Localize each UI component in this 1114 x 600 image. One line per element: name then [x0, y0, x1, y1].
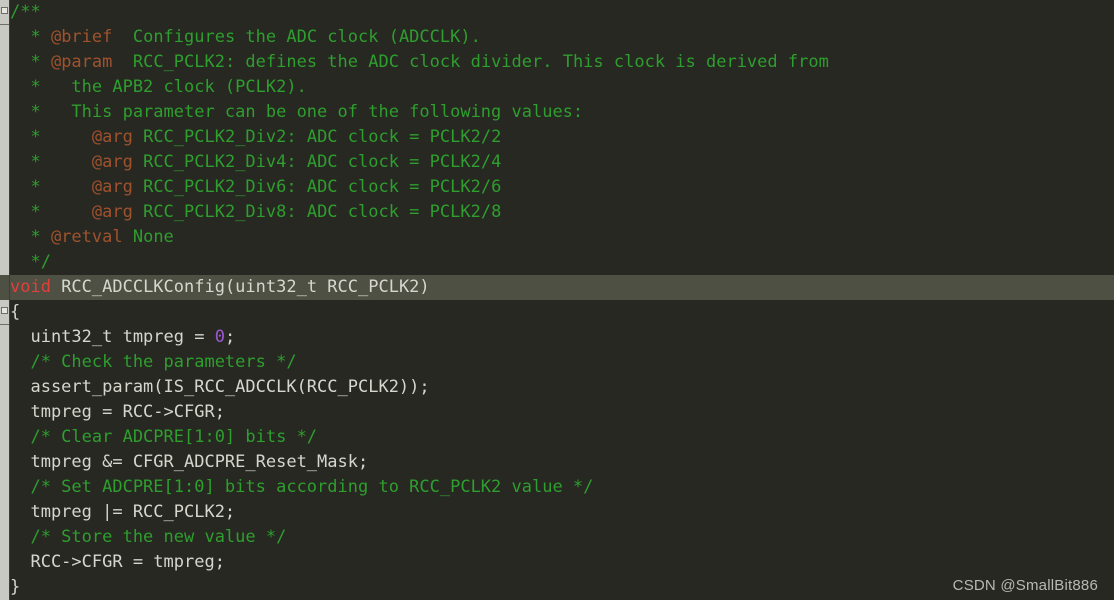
token-identifier: assert_param(IS_RCC_ADCCLK(RCC_PCLK2)); — [10, 377, 430, 397]
token-comment: /** — [10, 2, 41, 22]
token-identifier: tmpreg = RCC->CFGR; — [10, 402, 225, 422]
token-comment: * This parameter can be one of the follo… — [10, 102, 584, 122]
token-identifier: { — [10, 302, 21, 322]
token-comment: * — [10, 52, 51, 72]
code-line[interactable]: assert_param(IS_RCC_ADCCLK(RCC_PCLK2)); — [0, 375, 1114, 400]
token-doc-tag: @arg — [91, 152, 133, 172]
token-comment: RCC_PCLK2_Div2: ADC clock = PCLK2/2 — [132, 127, 502, 147]
token-comment: Configures the ADC clock (ADCCLK). — [112, 27, 481, 47]
code-line[interactable]: * @arg RCC_PCLK2_Div4: ADC clock = PCLK2… — [0, 150, 1114, 175]
fold-marker[interactable] — [1, 307, 8, 314]
token-identifier: } — [10, 577, 21, 597]
gutter-divider — [9, 0, 10, 600]
token-comment: * — [10, 27, 51, 47]
token-comment: * — [10, 152, 92, 172]
token-comment: * — [10, 227, 51, 247]
code-line[interactable]: /* Check the parameters */ — [0, 350, 1114, 375]
code-line[interactable]: * @arg RCC_PCLK2_Div2: ADC clock = PCLK2… — [0, 125, 1114, 150]
token-comment: RCC_PCLK2_Div6: ADC clock = PCLK2/6 — [132, 177, 502, 197]
code-line[interactable]: tmpreg &= CFGR_ADCPRE_Reset_Mask; — [0, 450, 1114, 475]
token-comment: /* Store the new value */ — [10, 527, 287, 547]
code-line[interactable]: tmpreg |= RCC_PCLK2; — [0, 500, 1114, 525]
token-identifier: uint32_t tmpreg = — [10, 327, 215, 347]
token-comment: * — [10, 177, 92, 197]
code-line[interactable]: * This parameter can be one of the follo… — [0, 100, 1114, 125]
token-identifier: tmpreg |= RCC_PCLK2; — [10, 502, 236, 522]
fold-marker[interactable] — [1, 7, 8, 14]
code-line[interactable]: */ — [0, 250, 1114, 275]
token-comment: RCC_PCLK2_Div8: ADC clock = PCLK2/8 — [132, 202, 502, 222]
code-line[interactable]: * @arg RCC_PCLK2_Div8: ADC clock = PCLK2… — [0, 200, 1114, 225]
code-line[interactable]: * the APB2 clock (PCLK2). — [0, 75, 1114, 100]
code-line[interactable]: * @param RCC_PCLK2: defines the ADC cloc… — [0, 50, 1114, 75]
code-line[interactable]: /* Store the new value */ — [0, 525, 1114, 550]
token-comment: * the APB2 clock (PCLK2). — [10, 77, 307, 97]
token-doc-tag: @arg — [91, 127, 133, 147]
code-line[interactable]: { — [0, 300, 1114, 325]
watermark: CSDN @SmallBit886 — [952, 577, 1098, 594]
fold-range-tick — [0, 324, 9, 325]
code-line[interactable]: } — [0, 575, 1114, 600]
token-comment: /* Clear ADCPRE[1:0] bits */ — [10, 427, 318, 447]
token-comment: * — [10, 127, 92, 147]
fold-gutter[interactable] — [0, 0, 9, 600]
code-line[interactable]: void RCC_ADCCLKConfig(uint32_t RCC_PCLK2… — [0, 275, 1114, 300]
token-comment: RCC_PCLK2_Div4: ADC clock = PCLK2/4 — [132, 152, 502, 172]
code-line[interactable]: uint32_t tmpreg = 0; — [0, 325, 1114, 350]
token-identifier: tmpreg &= CFGR_ADCPRE_Reset_Mask; — [10, 452, 369, 472]
token-comment: RCC_PCLK2: defines the ADC clock divider… — [112, 52, 829, 72]
token-keyword: void — [10, 277, 51, 297]
code-line[interactable]: tmpreg = RCC->CFGR; — [0, 400, 1114, 425]
token-number: 0 — [214, 327, 225, 347]
token-doc-tag: @arg — [91, 202, 133, 222]
gutter-current-line — [0, 275, 9, 300]
code-line[interactable]: * @brief Configures the ADC clock (ADCCL… — [0, 25, 1114, 50]
token-comment: None — [122, 227, 174, 247]
code-line[interactable]: /* Clear ADCPRE[1:0] bits */ — [0, 425, 1114, 450]
token-comment: /* Set ADCPRE[1:0] bits according to RCC… — [10, 477, 594, 497]
code-line[interactable]: /* Set ADCPRE[1:0] bits according to RCC… — [0, 475, 1114, 500]
token-identifier: RCC->CFGR = tmpreg; — [10, 552, 225, 572]
code-line[interactable]: RCC->CFGR = tmpreg; — [0, 550, 1114, 575]
fold-range-tick — [0, 24, 9, 25]
token-identifier: RCC_ADCCLKConfig(uint32_t RCC_PCLK2) — [50, 277, 430, 297]
token-doc-tag: @arg — [91, 177, 133, 197]
code-line[interactable]: * @arg RCC_PCLK2_Div6: ADC clock = PCLK2… — [0, 175, 1114, 200]
token-identifier: ; — [224, 327, 236, 347]
token-comment: */ — [10, 252, 51, 272]
token-comment: /* Check the parameters */ — [10, 352, 297, 372]
code-line[interactable]: * @retval None — [0, 225, 1114, 250]
code-editor[interactable]: /** * @brief Configures the ADC clock (A… — [0, 0, 1114, 600]
token-doc-tag: @retval — [50, 227, 123, 247]
token-comment: * — [10, 202, 92, 222]
code-surface[interactable]: /** * @brief Configures the ADC clock (A… — [0, 0, 1114, 600]
token-doc-tag: @brief — [50, 27, 113, 47]
code-line[interactable]: /** — [0, 0, 1114, 25]
token-doc-tag: @param — [50, 52, 113, 72]
